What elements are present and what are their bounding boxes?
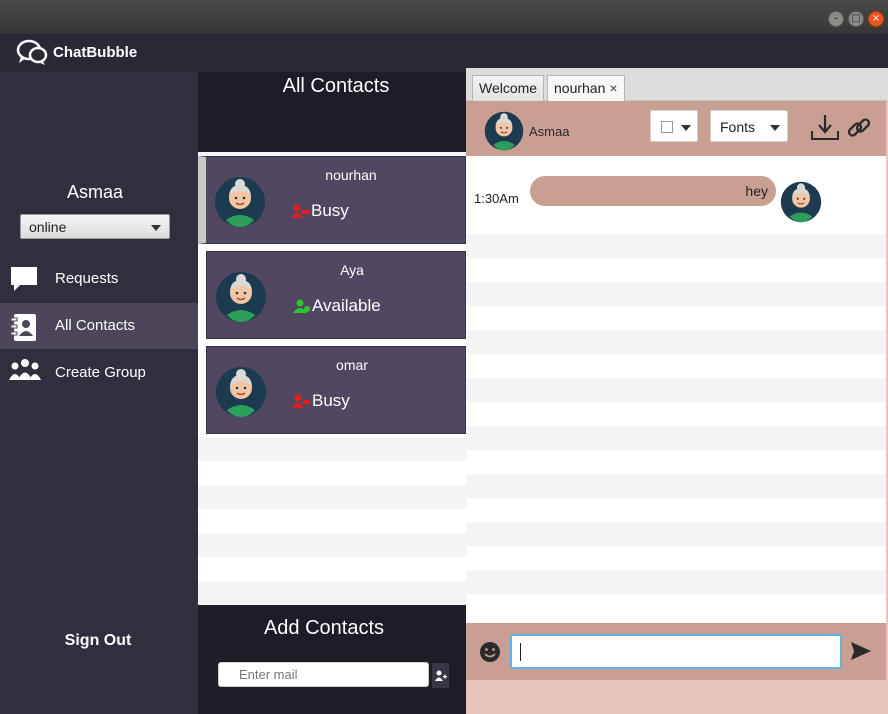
contact-card[interactable]: Aya Available — [206, 251, 466, 339]
avatar — [484, 111, 524, 151]
busy-icon — [291, 204, 309, 218]
close-icon: × — [871, 13, 881, 24]
maximize-button[interactable]: □ — [848, 11, 864, 27]
tab-label: nourhan — [554, 80, 606, 96]
speech-bubble-icon — [11, 267, 37, 291]
contact-status-label: Busy — [312, 391, 350, 410]
add-contacts-title: Add Contacts — [263, 617, 385, 639]
close-button[interactable]: × — [868, 11, 884, 27]
close-tab-icon[interactable]: × — [609, 80, 617, 96]
message-input[interactable] — [510, 634, 842, 669]
sidebar-item-label: All Contacts — [55, 317, 136, 334]
status-dropdown[interactable]: online — [20, 214, 170, 239]
available-icon — [293, 299, 310, 313]
list-stripe — [198, 533, 466, 557]
list-stripe — [466, 378, 886, 402]
current-username: Asmaa — [66, 182, 124, 202]
tab-nourhan[interactable]: nourhan × — [547, 75, 625, 101]
list-stripe — [466, 474, 886, 498]
contact-status-label: Busy — [311, 201, 349, 220]
chevron-down-icon — [770, 125, 780, 131]
chat-header-name: Asmaa — [529, 124, 570, 139]
contact-card[interactable]: omar Busy — [206, 346, 466, 434]
tab-bar: Welcome nourhan × — [466, 68, 888, 101]
avatar — [780, 181, 822, 223]
sidebar-item-requests[interactable]: Requests — [0, 256, 198, 302]
color-swatch-icon — [661, 121, 673, 133]
sidebar-item-create-group[interactable]: Create Group — [0, 350, 198, 396]
address-book-icon — [10, 314, 36, 341]
contact-name: nourhan — [325, 167, 377, 183]
app-window: – □ × ChatBubble Asmaa online Requests A… — [0, 0, 888, 714]
contacts-panel: All Contacts nourhan Busy Aya Available … — [198, 72, 466, 714]
minimize-button[interactable]: – — [828, 11, 844, 27]
send-icon[interactable] — [850, 641, 872, 661]
contact-status-label: Available — [312, 296, 381, 315]
contact-name: Aya — [340, 262, 364, 278]
title-bar: – □ × — [0, 0, 888, 34]
avatar — [216, 367, 266, 417]
download-icon[interactable] — [810, 112, 840, 142]
tab-label: Welcome — [479, 80, 538, 96]
list-stripe — [198, 485, 466, 509]
email-field[interactable] — [218, 662, 429, 687]
sidebar-item-label: Requests — [55, 270, 119, 287]
chat-toolbar: Asmaa Fonts — [466, 101, 886, 156]
contact-status: Busy — [292, 391, 350, 411]
message-list[interactable]: 1:30Am hey — [466, 156, 886, 623]
sidebar: Asmaa online Requests All Contacts Creat… — [0, 72, 198, 714]
fonts-label: Fonts — [720, 119, 756, 135]
text-caret — [520, 643, 521, 661]
group-icon — [9, 359, 41, 380]
list-stripe — [466, 426, 886, 450]
chat-panel: Welcome nourhan × Asmaa Fonts 1:30Am hey — [466, 68, 888, 714]
avatar — [215, 177, 265, 227]
sidebar-item-all-contacts[interactable]: All Contacts — [0, 303, 198, 349]
color-picker-button[interactable] — [650, 110, 698, 142]
list-stripe — [466, 330, 886, 354]
contact-status: Available — [292, 296, 381, 316]
list-stripe — [466, 522, 886, 546]
contact-card[interactable]: nourhan Busy — [198, 156, 466, 244]
chat-bubble-logo-icon — [16, 39, 48, 65]
emoji-icon[interactable] — [479, 641, 501, 663]
message-time: 1:30Am — [474, 191, 519, 206]
list-stripe — [198, 437, 466, 461]
busy-icon — [292, 394, 310, 408]
chevron-down-icon — [681, 125, 691, 131]
contacts-title: All Contacts — [282, 75, 390, 97]
sign-out-button[interactable]: Sign Out — [0, 632, 196, 650]
status-dropdown-value: online — [29, 219, 67, 235]
message-composer — [466, 623, 886, 680]
tab-welcome[interactable]: Welcome — [472, 75, 545, 101]
add-contacts-panel: Add Contacts — [198, 605, 466, 714]
maximize-icon: □ — [851, 13, 861, 24]
chevron-down-icon — [151, 225, 161, 231]
contacts-list[interactable]: nourhan Busy Aya Available omar Busy — [198, 152, 466, 605]
contacts-header: All Contacts — [198, 72, 466, 152]
contact-name: omar — [336, 357, 368, 373]
message-text: hey — [745, 183, 768, 199]
list-stripe — [466, 282, 886, 306]
minimize-icon: – — [833, 13, 839, 24]
fonts-dropdown[interactable]: Fonts — [710, 110, 788, 142]
contact-status: Busy — [291, 201, 349, 221]
list-stripe — [466, 234, 886, 258]
attach-link-icon[interactable] — [846, 115, 872, 141]
list-stripe — [198, 581, 466, 605]
message-bubble: hey — [530, 176, 776, 206]
add-user-icon — [435, 670, 447, 681]
add-contact-button[interactable] — [432, 663, 449, 688]
list-stripe — [466, 570, 886, 594]
app-header: ChatBubble — [0, 34, 888, 72]
app-name: ChatBubble — [53, 44, 138, 61]
avatar — [216, 272, 266, 322]
sidebar-item-label: Create Group — [55, 364, 146, 381]
